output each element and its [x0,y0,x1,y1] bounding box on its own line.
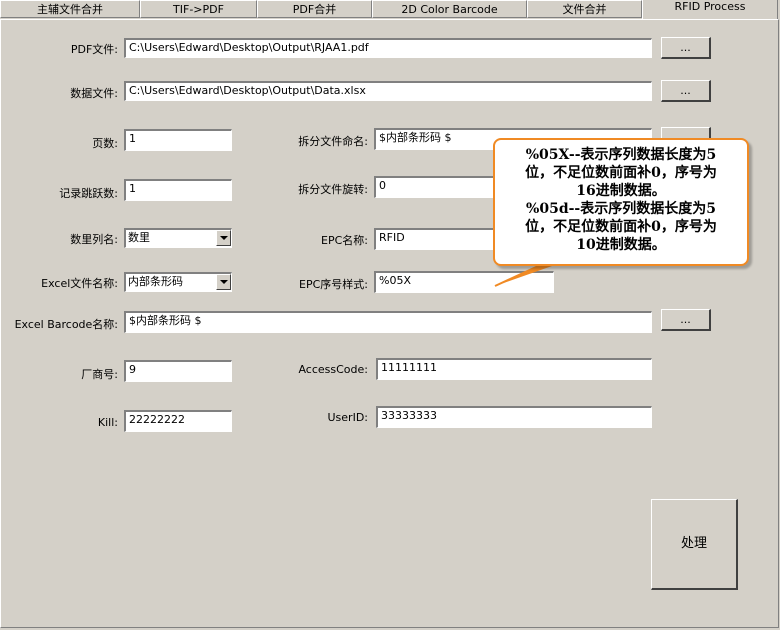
access-code-label: AccessCode: [298,363,368,376]
qty-column-value: 数里 [128,231,150,244]
tab-file-merge[interactable]: 文件合并 [527,0,642,18]
excel-barcode-input[interactable]: $内部条形码 $ [124,311,652,333]
tab-label: 文件合并 [562,3,607,16]
kill-input[interactable]: 22222222 [124,410,232,432]
epc-name-label: EPC名称: [321,234,368,247]
excel-barcode-button[interactable]: ... [661,309,711,331]
tab-label: PDF合并 [292,3,337,16]
pdf-file-input[interactable]: C:\Users\Edward\Desktop\Output\RJAA1.pdf [124,38,652,58]
excel-file-label: Excel文件名称: [41,277,118,290]
tab-2d-color-barcode[interactable]: 2D Color Barcode [372,0,527,18]
pages-label: 页数: [92,137,118,150]
callout-line: 16进制数据。 [576,183,666,199]
user-id-input[interactable]: 33333333 [376,406,652,428]
callout-line: 位，不足位数前面补0，序号为 [525,165,717,181]
callout-line: %05d--表示序列数据长度为5 [526,201,716,217]
tab-bar: 主辅文件合并 TIF->PDF PDF合并 2D Color Barcode 文… [0,0,780,20]
chevron-down-icon[interactable] [216,230,231,246]
excel-file-value: 内部条形码 [128,275,183,288]
chevron-down-icon[interactable] [216,274,231,290]
data-browse-button[interactable]: ... [661,80,711,102]
vendor-label: 厂商号: [81,368,118,381]
pdf-file-label: PDF文件: [70,43,118,56]
process-button[interactable]: 处理 [651,499,738,590]
split-rotate-label: 拆分文件旋转: [298,183,368,196]
excel-file-select[interactable]: 内部条形码 [124,272,232,292]
vendor-input[interactable]: 9 [124,360,232,382]
user-id-label: UserID: [327,411,369,424]
record-skip-input[interactable]: 1 [124,179,232,201]
tab-tif-pdf[interactable]: TIF->PDF [140,0,257,18]
epc-seq-input[interactable]: %05X [374,271,554,293]
access-code-input[interactable]: 11111111 [376,358,652,380]
tab-rfid-process[interactable]: RFID Process [642,0,778,20]
callout-line: 10进制数据。 [576,237,666,253]
kill-label: Kill: [97,416,118,429]
pdf-browse-button[interactable]: ... [661,37,711,59]
tab-label: RFID Process [674,0,746,13]
callout-line: %05X--表示序列数据长度为5 [525,147,717,163]
excel-barcode-label: Excel Barcode名称: [14,318,118,331]
tab-main-sub-merge[interactable]: 主辅文件合并 [0,0,140,18]
pages-input[interactable]: 1 [124,129,232,151]
tab-label: 2D Color Barcode [401,3,498,16]
callout-line: 位，不足位数前面补0，序号为 [525,219,717,235]
help-callout: %05X--表示序列数据长度为5 位，不足位数前面补0，序号为 16进制数据。 … [493,138,749,266]
qty-column-label: 数里列名: [70,233,118,246]
data-file-label: 数据文件: [70,87,118,100]
tab-label: 主辅文件合并 [37,3,103,16]
epc-seq-label: EPC序号样式: [299,278,368,291]
tab-pdf-merge[interactable]: PDF合并 [257,0,372,18]
qty-column-select[interactable]: 数里 [124,228,232,248]
data-file-input[interactable]: C:\Users\Edward\Desktop\Output\Data.xlsx [124,81,652,101]
record-skip-label: 记录跳跃数: [59,187,118,200]
split-name-label: 拆分文件命名: [298,135,368,148]
tab-label: TIF->PDF [173,3,224,16]
